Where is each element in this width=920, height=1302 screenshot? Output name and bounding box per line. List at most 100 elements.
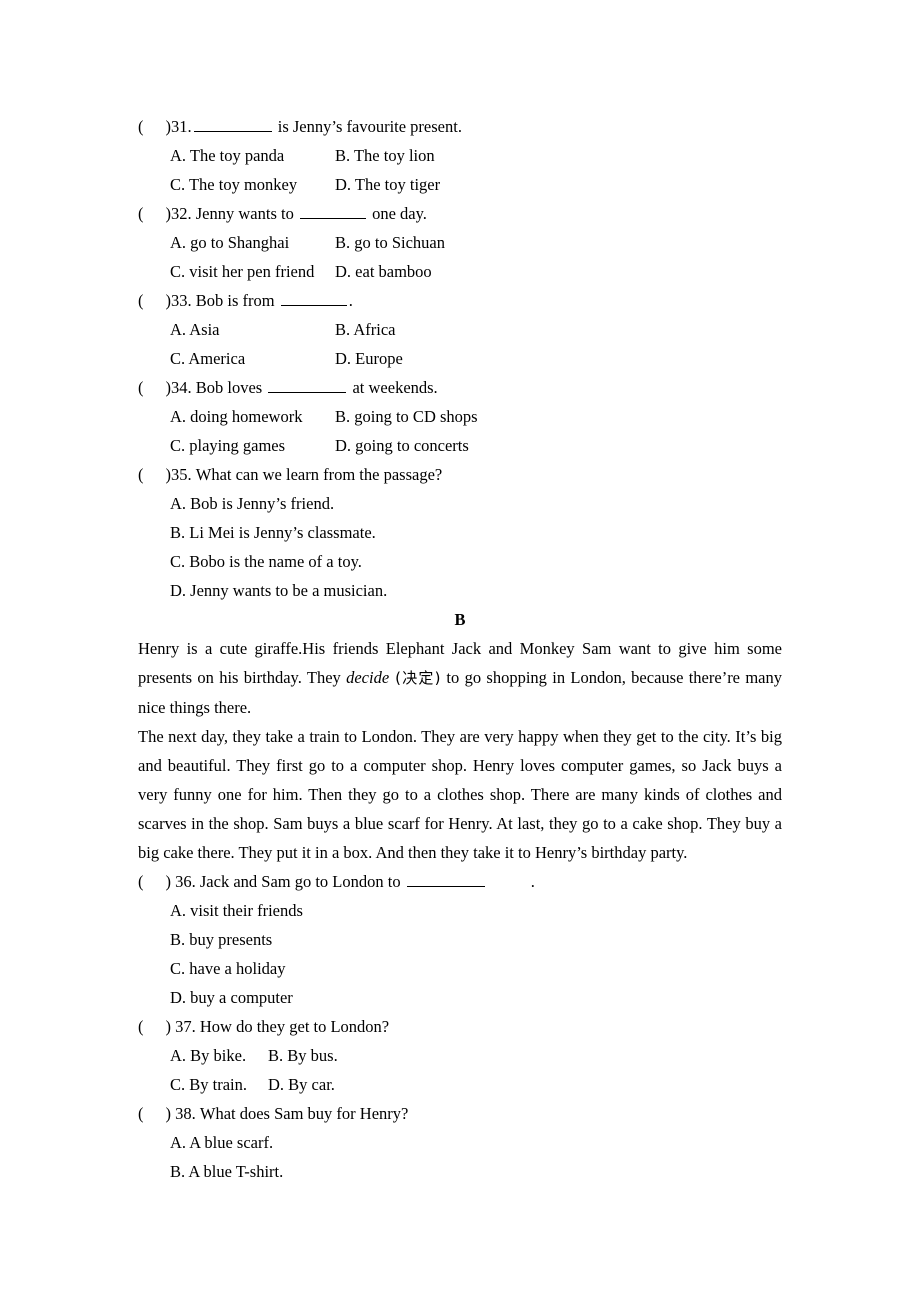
question-stem-32: ()32. Jenny wants to one day. xyxy=(138,199,782,228)
option-text-37-b: By bus. xyxy=(287,1046,338,1065)
option-36-c[interactable]: C. have a holiday xyxy=(170,954,782,983)
option-text-34-b: going to CD shops xyxy=(354,407,478,426)
answer-bracket-open-31[interactable]: ( xyxy=(138,112,144,141)
option-33-a[interactable]: A. Asia xyxy=(170,315,335,344)
answer-blank-31[interactable] xyxy=(193,115,272,132)
option-text-31-a: The toy panda xyxy=(189,146,285,165)
question-number-31: 31. xyxy=(171,117,192,136)
option-37-d[interactable]: D. By car. xyxy=(268,1075,335,1094)
answer-bracket-open-37[interactable]: ( xyxy=(138,1012,144,1041)
option-row-35-d: D. Jenny wants to be a musician. xyxy=(138,576,782,605)
question-text-before-32: Jenny wants to xyxy=(195,204,298,223)
question-text-before-33: Bob is from xyxy=(195,291,279,310)
option-text-36-c: have a holiday xyxy=(189,959,286,978)
option-text-35-a: Bob is Jenny’s friend. xyxy=(190,494,335,513)
answer-bracket-open-36[interactable]: ( xyxy=(138,867,144,896)
question-number-35: 35. xyxy=(171,465,192,484)
question-text-after-31: is Jenny’s favourite present. xyxy=(273,117,462,136)
option-row-35-b: B. Li Mei is Jenny’s classmate. xyxy=(138,518,782,547)
option-row-33-ab: A. Asia B. Africa xyxy=(138,315,782,344)
option-text-34-a: doing homework xyxy=(190,407,303,426)
option-key-35-c: C. xyxy=(170,552,186,571)
option-text-32-a: go to Shanghai xyxy=(190,233,290,252)
option-35-d[interactable]: D. Jenny wants to be a musician. xyxy=(170,576,782,605)
answer-bracket-open-32[interactable]: ( xyxy=(138,199,144,228)
question-text-35: What can we learn from the passage? xyxy=(195,465,443,484)
option-row-38-b: B. A blue T-shirt. xyxy=(138,1157,782,1186)
option-key-36-c: C. xyxy=(170,959,186,978)
option-31-b[interactable]: B. The toy lion xyxy=(335,146,435,165)
option-key-34-d: D. xyxy=(335,436,352,455)
option-37-c[interactable]: C. By train. xyxy=(170,1070,268,1099)
option-36-a[interactable]: A. visit their friends xyxy=(170,896,782,925)
question-text-before-36: Jack and Sam go to London to xyxy=(199,872,405,891)
question-text-after-34: at weekends. xyxy=(348,378,438,397)
option-31-c[interactable]: C. The toy monkey xyxy=(170,170,335,199)
option-text-31-d: The toy tiger xyxy=(354,175,441,194)
option-38-a[interactable]: A. A blue scarf. xyxy=(170,1128,782,1157)
option-text-37-a: By bike. xyxy=(190,1046,247,1065)
question-number-32: 32. xyxy=(171,204,192,223)
option-row-34-cd: C. playing games D. going to concerts xyxy=(138,431,782,460)
option-34-d[interactable]: D. going to concerts xyxy=(335,436,469,455)
option-text-32-b: go to Sichuan xyxy=(354,233,446,252)
option-35-a[interactable]: A. Bob is Jenny’s friend. xyxy=(170,489,782,518)
option-text-37-d: By car. xyxy=(288,1075,335,1094)
option-key-31-c: C. xyxy=(170,175,186,194)
answer-bracket-close-37: ) xyxy=(165,1017,172,1036)
option-text-34-d: going to concerts xyxy=(355,436,469,455)
option-row-36-b: B. buy presents xyxy=(138,925,782,954)
answer-blank-33[interactable] xyxy=(280,289,347,306)
option-36-b[interactable]: B. buy presents xyxy=(170,925,782,954)
option-row-32-ab: A. go to Shanghai B. go to Sichuan xyxy=(138,228,782,257)
option-32-c[interactable]: C. visit her pen friend xyxy=(170,257,335,286)
question-number-38: 38. xyxy=(175,1104,196,1123)
answer-blank-36[interactable] xyxy=(406,870,485,887)
option-34-c[interactable]: C. playing games xyxy=(170,431,335,460)
option-key-31-d: D. xyxy=(335,175,352,194)
option-row-32-cd: C. visit her pen friend D. eat bamboo xyxy=(138,257,782,286)
answer-blank-32[interactable] xyxy=(299,202,366,219)
option-text-35-b: Li Mei is Jenny’s classmate. xyxy=(189,523,376,542)
question-text-before-34: Bob loves xyxy=(195,378,267,397)
option-37-a[interactable]: A. By bike. xyxy=(170,1041,268,1070)
option-32-d[interactable]: D. eat bamboo xyxy=(335,262,432,281)
option-32-b[interactable]: B. go to Sichuan xyxy=(335,233,445,252)
option-text-33-d: Europe xyxy=(355,349,403,368)
option-row-35-c: C. Bobo is the name of a toy. xyxy=(138,547,782,576)
option-33-b[interactable]: B. Africa xyxy=(335,320,396,339)
question-block-34: ()34. Bob loves at weekends. A. doing ho… xyxy=(138,373,782,460)
option-key-34-a: A. xyxy=(170,407,187,426)
answer-bracket-open-38[interactable]: ( xyxy=(138,1099,144,1128)
option-35-c[interactable]: C. Bobo is the name of a toy. xyxy=(170,547,782,576)
question-stem-33: ()33. Bob is from . xyxy=(138,286,782,315)
question-number-34: 34. xyxy=(171,378,192,397)
option-33-c[interactable]: C. America xyxy=(170,344,335,373)
option-37-b[interactable]: B. By bus. xyxy=(268,1046,338,1065)
answer-bracket-close-36: ) xyxy=(165,872,172,891)
option-key-35-a: A. xyxy=(170,494,187,513)
option-key-37-c: C. xyxy=(170,1075,186,1094)
option-key-38-a: A. xyxy=(170,1133,187,1152)
option-key-37-b: B. xyxy=(268,1046,284,1065)
option-31-d[interactable]: D. The toy tiger xyxy=(335,175,440,194)
answer-bracket-open-34[interactable]: ( xyxy=(138,373,144,402)
answer-blank-34[interactable] xyxy=(268,376,347,393)
answer-bracket-open-33[interactable]: ( xyxy=(138,286,144,315)
option-38-b[interactable]: B. A blue T-shirt. xyxy=(170,1157,782,1186)
question-stem-37: () 37. How do they get to London? xyxy=(138,1012,782,1041)
question-number-33: 33. xyxy=(171,291,192,310)
question-text-37: How do they get to London? xyxy=(199,1017,390,1036)
question-block-37: () 37. How do they get to London? A. By … xyxy=(138,1012,782,1099)
option-35-b[interactable]: B. Li Mei is Jenny’s classmate. xyxy=(170,518,782,547)
option-key-32-c: C. xyxy=(170,262,186,281)
answer-bracket-open-35[interactable]: ( xyxy=(138,460,144,489)
option-36-d[interactable]: D. buy a computer xyxy=(170,983,782,1012)
section-heading-b: B xyxy=(454,610,466,629)
option-34-a[interactable]: A. doing homework xyxy=(170,402,335,431)
option-34-b[interactable]: B. going to CD shops xyxy=(335,407,478,426)
option-31-a[interactable]: A. The toy panda xyxy=(170,141,335,170)
option-33-d[interactable]: D. Europe xyxy=(335,349,403,368)
question-stem-31: ()31. is Jenny’s favourite present. xyxy=(138,112,782,141)
option-32-a[interactable]: A. go to Shanghai xyxy=(170,228,335,257)
